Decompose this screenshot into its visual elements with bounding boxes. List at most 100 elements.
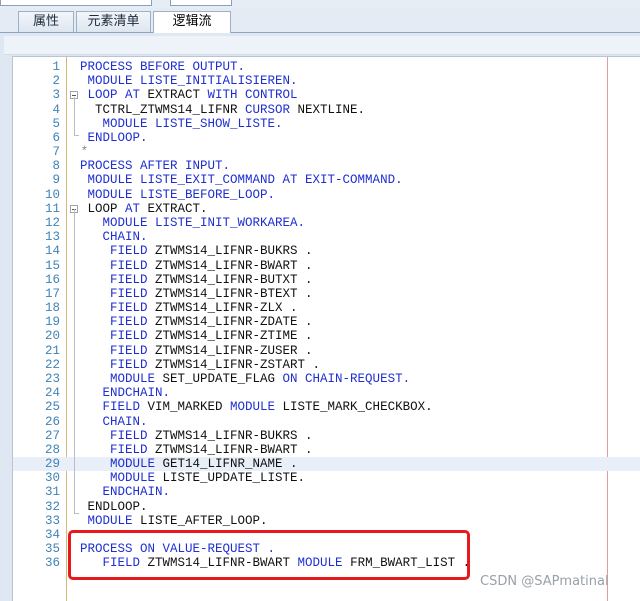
line-number: 20 <box>44 329 60 344</box>
code-keyword: MODULE <box>80 457 163 472</box>
code-line[interactable]: 3 LOOP AT EXTRACT WITH CONTROL <box>13 88 640 102</box>
code-text: ENDCHAIN. <box>80 485 171 499</box>
code-keyword: FIELD <box>80 258 156 273</box>
code-line[interactable]: 25 FIELD VIM_MARKED MODULE LISTE_MARK_CH… <box>13 400 640 414</box>
code-text: MODULE LISTE_INITIALISIEREN. <box>80 74 298 88</box>
line-number: 21 <box>44 343 60 358</box>
line-number: 1 <box>52 60 60 74</box>
code-token: ZTWMS14_LIFNR-ZSTART . <box>155 357 321 372</box>
code-text: ENDLOOP. <box>80 131 148 145</box>
line-number: 2 <box>52 74 60 89</box>
code-line[interactable]: 9 MODULE LISTE_EXIT_COMMAND AT EXIT-COMM… <box>13 173 640 187</box>
line-number: 31 <box>44 485 60 500</box>
line-number: 10 <box>44 187 60 202</box>
code-line[interactable]: 18 FIELD ZTWMS14_LIFNR-ZLX . <box>13 301 640 315</box>
code-keyword: MODULE LISTE_EXIT_COMMAND <box>80 173 283 188</box>
code-token: EXTRACT. <box>147 201 208 216</box>
code-line[interactable]: 31 ENDCHAIN. <box>13 485 640 499</box>
code-token: LOOP <box>80 201 126 216</box>
code-line[interactable]: 11 LOOP AT EXTRACT. <box>13 202 640 216</box>
code-line[interactable]: 26 CHAIN. <box>13 415 640 429</box>
top-field-cutoff-2 <box>170 0 232 6</box>
code-text: MODULE GET14_LIFNR_NAME . <box>80 457 298 471</box>
tab-attributes[interactable]: 属性 <box>18 11 74 32</box>
code-line[interactable]: 1 PROCESS BEFORE OUTPUT. <box>13 60 640 74</box>
code-line[interactable]: 30 MODULE LISTE_UPDATE_LISTE. <box>13 471 640 485</box>
code-text: PROCESS BEFORE OUTPUT. <box>80 60 245 74</box>
code-editor[interactable]: 1 PROCESS BEFORE OUTPUT. 2 MODULE LISTE_IN… <box>12 56 640 601</box>
code-keyword: WITH CONTROL <box>207 88 298 103</box>
code-line[interactable]: 27 FIELD ZTWMS14_LIFNR-BUKRS . <box>13 429 640 443</box>
code-line[interactable]: 16 FIELD ZTWMS14_LIFNR-BUTXT . <box>13 273 640 287</box>
code-token: LISTE_MARK_CHECKBOX. <box>282 400 433 415</box>
code-text: PROCESS AFTER INPUT. <box>80 159 230 173</box>
code-line[interactable]: 5 MODULE LISTE_SHOW_LISTE. <box>13 117 640 131</box>
code-line[interactable]: 17 FIELD ZTWMS14_LIFNR-BTEXT . <box>13 287 640 301</box>
line-number: 32 <box>44 499 60 514</box>
code-line[interactable]: 8 PROCESS AFTER INPUT. <box>13 159 640 173</box>
code-line[interactable]: 22 FIELD ZTWMS14_LIFNR-ZSTART . <box>13 358 640 372</box>
code-line[interactable]: 4 TCTRL_ZTWMS14_LIFNR CURSOR NEXTLINE. <box>13 103 640 117</box>
code-line[interactable]: 14 FIELD ZTWMS14_LIFNR-BUKRS . <box>13 244 640 258</box>
code-keyword: FIELD <box>80 315 156 330</box>
code-line[interactable]: 20 FIELD ZTWMS14_LIFNR-ZTIME . <box>13 329 640 343</box>
code-token: SET_UPDATE_FLAG <box>162 371 283 386</box>
editor-toolbar-area <box>4 36 640 55</box>
code-keyword: FIELD <box>80 343 156 358</box>
line-number: 26 <box>44 414 60 429</box>
code-token: ZTWMS14_LIFNR-BWART . <box>155 258 313 273</box>
line-number: 36 <box>44 556 60 571</box>
code-token: ZTWMS14_LIFNR-ZTIME . <box>155 329 313 344</box>
code-line[interactable]: 19 FIELD ZTWMS14_LIFNR-ZDATE . <box>13 315 640 329</box>
watermark: CSDN @SAPmatinal <box>480 574 609 589</box>
code-line[interactable]: 10 MODULE LISTE_BEFORE_LOOP. <box>13 188 640 202</box>
line-number: 15 <box>44 258 60 273</box>
code-keyword: AT <box>125 201 148 216</box>
code-line[interactable]: 23 MODULE SET_UPDATE_FLAG ON CHAIN-REQUE… <box>13 372 640 386</box>
code-token: ZTWMS14_LIFNR-BTEXT . <box>155 286 313 301</box>
code-token: ZTWMS14_LIFNR-BUKRS . <box>155 428 313 443</box>
line-number: 28 <box>44 442 60 457</box>
line-number: 3 <box>52 88 60 103</box>
code-keyword: AT EXIT-COMMAND. <box>282 173 403 188</box>
code-text: LOOP AT EXTRACT WITH CONTROL <box>80 88 298 102</box>
code-line[interactable]: 29 MODULE GET14_LIFNR_NAME . <box>13 457 640 472</box>
code-line[interactable]: 24 ENDCHAIN. <box>13 386 640 400</box>
line-number: 8 <box>52 159 60 174</box>
code-text: MODULE SET_UPDATE_FLAG ON CHAIN-REQUEST. <box>80 372 410 386</box>
fold-guide-loop-1-end <box>74 135 79 136</box>
tab-element-list[interactable]: 元素清单 <box>76 11 151 32</box>
code-line[interactable]: 21 FIELD ZTWMS14_LIFNR-ZUSER . <box>13 344 640 358</box>
code-line[interactable]: 2 MODULE LISTE_INITIALISIEREN. <box>13 74 640 88</box>
code-token: NEXTLINE. <box>297 102 366 117</box>
line-number: 11 <box>44 201 60 216</box>
line-number: 9 <box>52 173 60 188</box>
code-line[interactable]: 28 FIELD ZTWMS14_LIFNR-BWART . <box>13 443 640 457</box>
code-token: ZTWMS14_LIFNR-ZDATE . <box>155 315 313 330</box>
code-line[interactable]: 12 MODULE LISTE_INIT_WORKAREA. <box>13 216 640 230</box>
code-keyword: PROCESS BEFORE OUTPUT. <box>80 60 246 74</box>
tab-flow-logic[interactable]: 逻辑流 <box>153 11 231 33</box>
code-line[interactable]: 15 FIELD ZTWMS14_LIFNR-BWART . <box>13 259 640 273</box>
code-line[interactable]: 13 CHAIN. <box>13 230 640 244</box>
code-text: FIELD VIM_MARKED MODULE LISTE_MARK_CHECK… <box>80 400 433 414</box>
code-line[interactable]: 32 ENDLOOP. <box>13 500 640 514</box>
code-text: MODULE LISTE_SHOW_LISTE. <box>80 117 283 131</box>
code-text: * <box>80 145 88 159</box>
code-text: CHAIN. <box>80 415 148 429</box>
code-keyword: MODULE LISTE_BEFORE_LOOP. <box>80 187 276 202</box>
code-token: TCTRL_ZTWMS14_LIFNR <box>80 102 246 117</box>
code-token: LISTE_AFTER_LOOP. <box>140 513 268 528</box>
code-text: FIELD ZTWMS14_LIFNR-BTEXT . <box>80 287 313 301</box>
line-number: 17 <box>44 286 60 301</box>
code-comment: * <box>80 145 88 160</box>
code-keyword: FIELD <box>80 428 156 443</box>
code-keyword: MODULE <box>80 513 141 528</box>
code-line[interactable]: 33 MODULE LISTE_AFTER_LOOP. <box>13 514 640 528</box>
line-number: 19 <box>44 315 60 330</box>
line-number: 14 <box>44 244 60 259</box>
code-keyword: PROCESS AFTER INPUT. <box>80 159 231 174</box>
code-text: MODULE LISTE_INIT_WORKAREA. <box>80 216 306 230</box>
code-line[interactable]: 6 ENDLOOP. <box>13 131 640 145</box>
code-line[interactable]: 7 * <box>13 145 640 159</box>
